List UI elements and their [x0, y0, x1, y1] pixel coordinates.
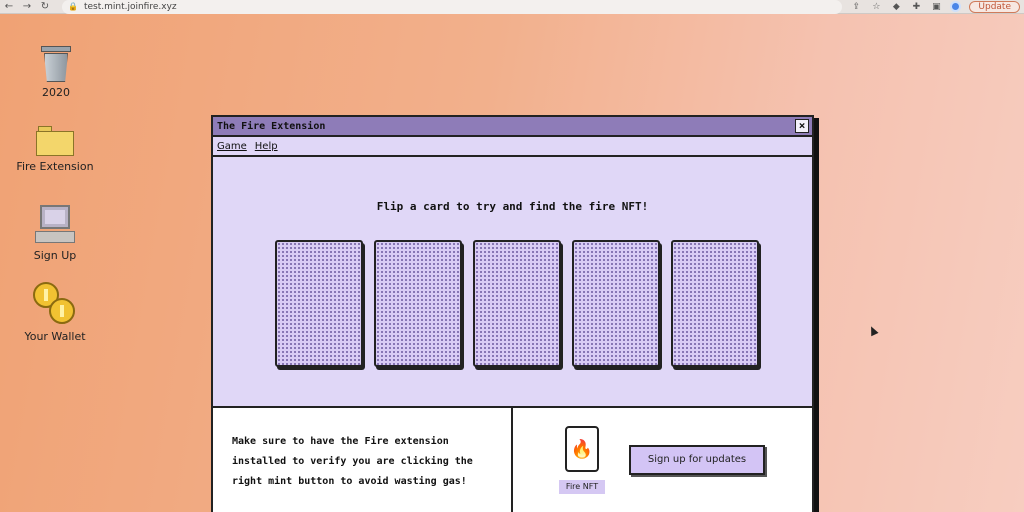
nft-panel: 🔥 Fire NFT Sign up for updates [513, 408, 812, 512]
folder-icon [36, 126, 74, 156]
desktop-icon-fire-extension[interactable]: Fire Extension [15, 126, 95, 173]
game-prompt: Flip a card to try and find the fire NFT… [376, 200, 649, 213]
metamask-icon[interactable]: ◆ [890, 2, 902, 12]
extensions-area: ⇪ ☆ ◆ ✚ ▣ Update [850, 0, 1024, 13]
card-4[interactable] [572, 240, 660, 367]
card-5[interactable] [671, 240, 759, 367]
forward-icon[interactable]: → [18, 1, 36, 12]
menu-item-help[interactable]: Help [255, 141, 278, 152]
fire-nft-card[interactable]: 🔥 [565, 426, 599, 472]
lock-icon: 🔒 [68, 2, 78, 11]
game-area: Flip a card to try and find the fire NFT… [213, 157, 812, 408]
desktop-icon-2020[interactable]: 2020 [16, 46, 96, 99]
card-3[interactable] [473, 240, 561, 367]
mouse-cursor-icon [867, 324, 879, 337]
card-row [275, 240, 759, 367]
sidepanel-icon[interactable]: ▣ [930, 2, 942, 12]
fire-icon: 🔥 [570, 438, 594, 460]
trash-icon [41, 46, 71, 82]
browser-toolbar: ← → ↻ 🔒 test.mint.joinfire.xyz ⇪ ☆ ◆ ✚ ▣… [0, 0, 1024, 14]
desktop-icon-label: Your Wallet [24, 330, 86, 343]
desktop-icon-label: Sign Up [33, 249, 77, 262]
star-icon[interactable]: ☆ [870, 2, 882, 12]
close-button[interactable]: × [795, 119, 809, 133]
signup-button[interactable]: Sign up for updates [629, 445, 765, 475]
menu-bar: Game Help [213, 137, 812, 157]
card-1[interactable] [275, 240, 363, 367]
bottom-panel: Make sure to have the Fire extension ins… [213, 408, 812, 512]
desktop-icon-label: 2020 [42, 86, 70, 99]
desktop-icon-your-wallet[interactable]: Your Wallet [15, 282, 95, 343]
coins-icon [33, 282, 77, 326]
update-button[interactable]: Update [969, 0, 1020, 13]
reload-icon[interactable]: ↻ [36, 1, 54, 12]
menu-item-game[interactable]: Game [217, 141, 247, 152]
profile-icon[interactable] [950, 1, 962, 12]
card-2[interactable] [374, 240, 462, 367]
back-icon[interactable]: ← [0, 1, 18, 12]
url-text: test.mint.joinfire.xyz [83, 1, 177, 12]
puzzle-icon[interactable]: ✚ [910, 2, 922, 12]
fire-extension-window: The Fire Extension × Game Help Flip a ca… [211, 115, 814, 512]
address-bar[interactable]: 🔒 test.mint.joinfire.xyz [62, 0, 842, 14]
desktop-icon-label: Fire Extension [16, 160, 94, 173]
info-text: Make sure to have the Fire extension ins… [213, 408, 513, 512]
share-icon[interactable]: ⇪ [850, 2, 862, 12]
window-title: The Fire Extension [217, 120, 326, 132]
nft-label: Fire NFT [559, 480, 605, 494]
computer-icon [35, 205, 75, 245]
window-titlebar[interactable]: The Fire Extension × [213, 117, 812, 137]
desktop-icon-sign-up[interactable]: Sign Up [15, 205, 95, 262]
